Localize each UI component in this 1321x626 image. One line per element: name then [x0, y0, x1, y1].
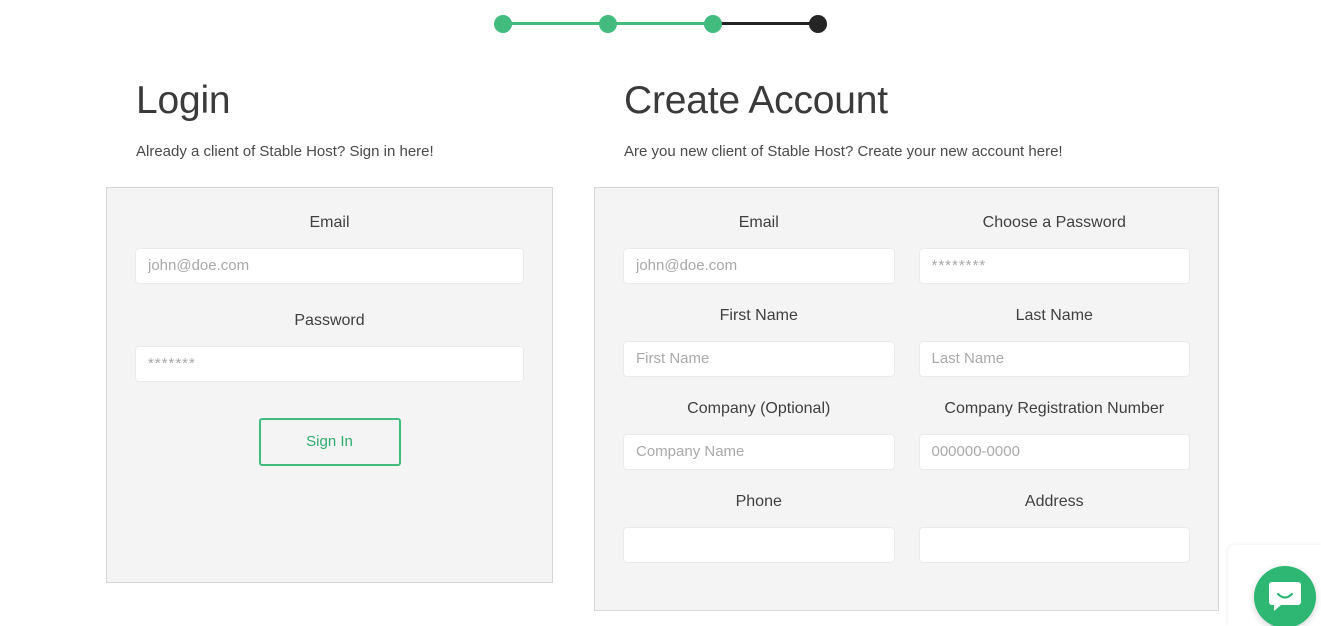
register-company-input[interactable] [623, 433, 895, 470]
register-address-field: Address [918, 492, 1190, 563]
register-company-reg-label: Company Registration Number [944, 399, 1165, 417]
login-email-field: Email [135, 214, 524, 284]
register-password-label: Choose a Password [982, 213, 1126, 231]
login-panel: Email Password Sign In [106, 186, 553, 583]
stepper-dot-4[interactable] [809, 15, 827, 33]
chat-launcher-button[interactable] [1254, 566, 1316, 626]
login-password-label: Password [294, 311, 365, 329]
login-email-input[interactable] [135, 247, 524, 284]
stepper-line-2 [608, 22, 713, 25]
register-password-input[interactable] [918, 247, 1190, 284]
register-phone-label: Phone [735, 492, 782, 510]
register-email-input[interactable] [623, 247, 895, 284]
register-subtitle: Are you new client of Stable Host? Creat… [624, 142, 1063, 160]
stepper-track [494, 14, 827, 34]
sign-in-button[interactable]: Sign In [258, 417, 401, 466]
register-last-name-field: Last Name [918, 306, 1190, 377]
login-password-input[interactable] [135, 345, 524, 382]
login-column: Login Already a client of Stable Host? S… [106, 79, 553, 583]
progress-stepper [0, 0, 1321, 48]
register-email-field: Email [623, 214, 895, 284]
register-column: Create Account Are you new client of Sta… [594, 79, 1219, 611]
register-phone-input[interactable] [623, 526, 895, 563]
stepper-line-3 [713, 22, 818, 25]
register-panel: Email Choose a Password First Name Last … [594, 186, 1219, 611]
register-last-name-input[interactable] [918, 340, 1190, 377]
register-first-name-field: First Name [623, 307, 895, 377]
register-last-name-label: Last Name [1015, 306, 1093, 324]
login-title: Login [136, 79, 231, 122]
stepper-dot-1[interactable] [494, 15, 512, 33]
register-phone-field: Phone [623, 493, 895, 563]
register-company-reg-field: Company Registration Number [918, 399, 1190, 470]
register-address-input[interactable] [918, 526, 1190, 563]
login-button-row: Sign In [135, 417, 524, 466]
register-address-label: Address [1024, 492, 1084, 510]
register-company-reg-input[interactable] [918, 433, 1190, 470]
chat-smile-icon [1269, 582, 1301, 611]
register-company-field: Company (Optional) [623, 400, 895, 470]
register-email-label: Email [738, 213, 779, 231]
register-first-name-label: First Name [719, 306, 798, 324]
register-first-name-input[interactable] [623, 340, 895, 377]
stepper-dot-2[interactable] [599, 15, 617, 33]
register-field-grid: Email Choose a Password First Name Last … [623, 214, 1190, 586]
login-subtitle: Already a client of Stable Host? Sign in… [136, 142, 434, 160]
stepper-dot-3[interactable] [704, 15, 722, 33]
login-password-field: Password [135, 312, 524, 382]
register-title: Create Account [624, 79, 888, 122]
login-email-label: Email [309, 213, 350, 231]
stepper-line-1 [503, 22, 608, 25]
register-password-field: Choose a Password [918, 213, 1190, 284]
register-company-label: Company (Optional) [687, 399, 831, 417]
